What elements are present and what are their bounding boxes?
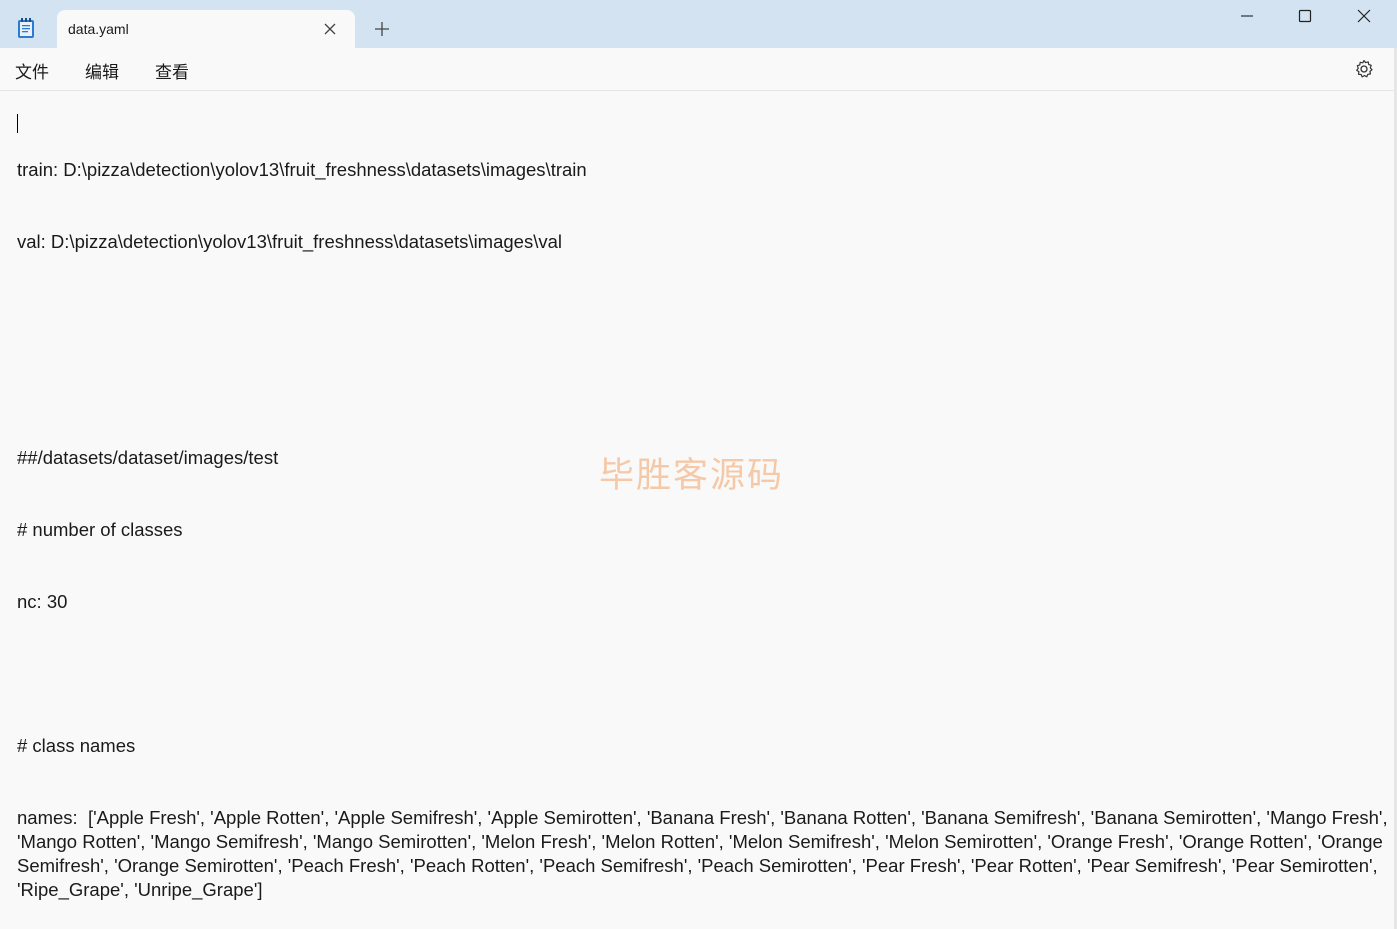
title-bar: data.yaml	[0, 0, 1397, 48]
notepad-icon	[18, 18, 34, 38]
watermark: 毕胜客源码	[599, 456, 785, 496]
text-caret	[17, 114, 18, 133]
notepad-window: data.yaml 文件 编辑 查看 train: D:\pizza\detec…	[0, 0, 1397, 929]
editor-line: val: D:\pizza\detection\yolov13\fruit_fr…	[17, 231, 563, 252]
minimize-icon[interactable]	[1235, 6, 1259, 26]
menu-view[interactable]: 查看	[155, 58, 189, 83]
editor-line: train: D:\pizza\detection\yolov13\fruit_…	[17, 159, 587, 180]
gear-icon[interactable]	[1354, 59, 1374, 79]
plus-icon[interactable]	[374, 21, 390, 37]
text-editor[interactable]: train: D:\pizza\detection\yolov13\fruit_…	[0, 91, 1394, 929]
editor-line: # number of classes	[17, 519, 183, 540]
editor-line: nc: 30	[17, 591, 68, 612]
tab-data-yaml[interactable]: data.yaml	[57, 10, 355, 48]
menu-bar: 文件 编辑 查看	[0, 48, 1397, 91]
close-icon[interactable]	[323, 22, 337, 36]
tab-title: data.yaml	[68, 21, 129, 37]
menu-file[interactable]: 文件	[15, 58, 49, 83]
editor-content[interactable]: train: D:\pizza\detection\yolov13\fruit_…	[17, 110, 1394, 929]
close-window-icon[interactable]	[1352, 6, 1376, 26]
maximize-icon[interactable]	[1293, 6, 1317, 26]
editor-line: names: ['Apple Fresh', 'Apple Rotten', '…	[17, 807, 1393, 900]
editor-line: # class names	[17, 735, 136, 756]
menu-edit[interactable]: 编辑	[85, 58, 119, 83]
